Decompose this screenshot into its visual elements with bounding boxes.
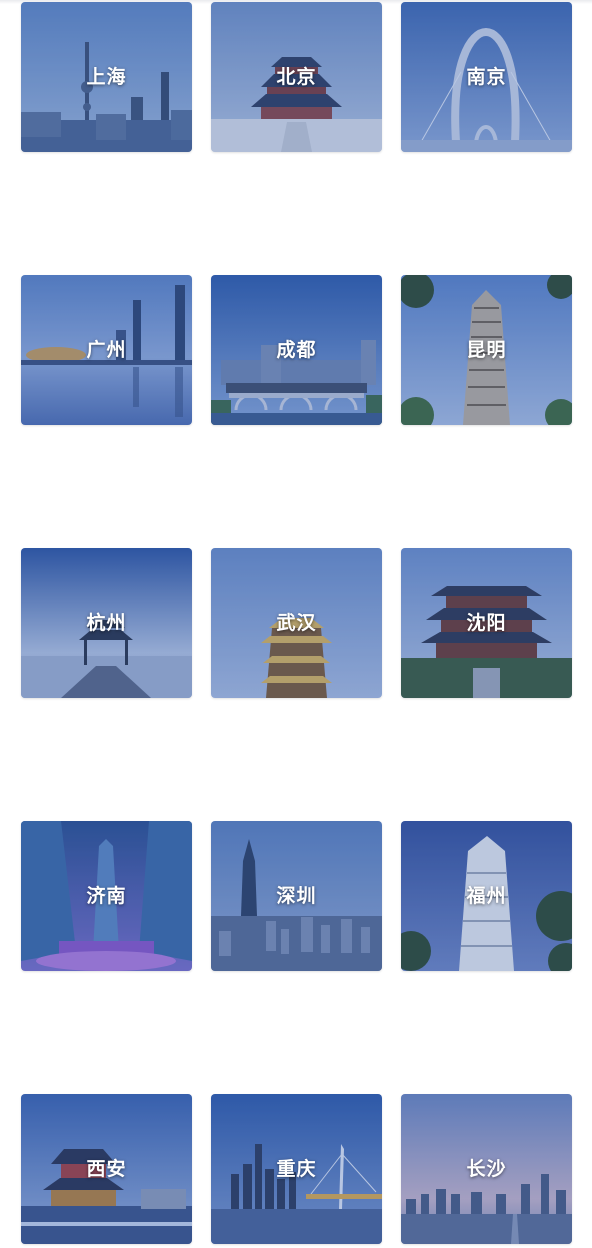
city-card-hangzhou[interactable]: 杭州 [21, 548, 192, 698]
city-card-chengdu[interactable]: 成都 [211, 275, 382, 425]
city-card-chongqing[interactable]: 重庆 [211, 1094, 382, 1244]
city-name: 广州 [86, 339, 127, 361]
city-card-kunming[interactable]: 昆明 [401, 275, 572, 425]
city-card-shenyang[interactable]: 沈阳 [401, 548, 572, 698]
city-name: 济南 [86, 885, 127, 907]
city-card-xian[interactable]: 西安 [21, 1094, 192, 1244]
city-name: 长沙 [466, 1158, 507, 1180]
city-name: 北京 [276, 66, 317, 88]
city-card-shenzhen[interactable]: 深圳 [211, 821, 382, 971]
city-card-jinan[interactable]: 济南 [21, 821, 192, 971]
city-card-beijing[interactable]: 北京 [211, 2, 382, 152]
city-name: 武汉 [276, 612, 317, 634]
city-card-wuhan[interactable]: 武汉 [211, 548, 382, 698]
city-name: 南京 [466, 66, 507, 88]
city-name: 沈阳 [466, 612, 507, 634]
city-name: 重庆 [276, 1158, 317, 1180]
city-name: 上海 [86, 66, 127, 88]
city-name: 深圳 [276, 885, 317, 907]
city-card-shanghai[interactable]: 上海 [21, 2, 192, 152]
city-name: 杭州 [86, 612, 127, 634]
city-card-changsha[interactable]: 长沙 [401, 1094, 572, 1244]
city-card-nanjing[interactable]: 南京 [401, 2, 572, 152]
city-card-guangzhou[interactable]: 广州 [21, 275, 192, 425]
city-name: 福州 [466, 885, 507, 907]
city-card-fuzhou[interactable]: 福州 [401, 821, 572, 971]
city-name: 西安 [86, 1158, 127, 1180]
city-grid: 上海 北京 南京 广州 成都 昆明 杭州 武汉 沈阳 济南 深圳 福州 西安 重… [21, 2, 572, 1244]
city-name: 成都 [276, 339, 317, 361]
city-name: 昆明 [466, 339, 507, 361]
